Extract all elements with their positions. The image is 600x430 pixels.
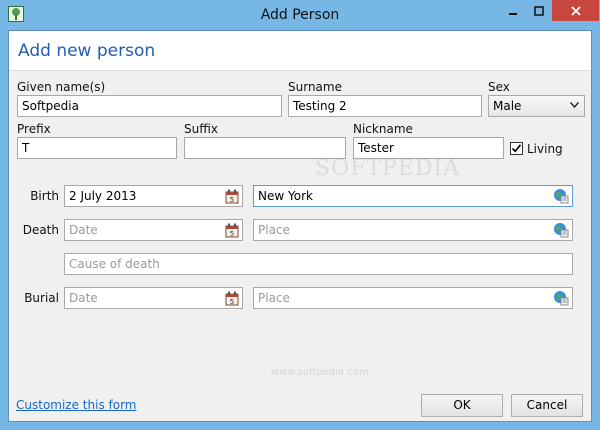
given-name-label: Given name(s) <box>17 80 106 94</box>
birth-place-value: New York <box>258 189 313 203</box>
dialog-header: Add new person <box>9 31 591 71</box>
burial-label: Burial <box>24 291 59 305</box>
death-date-field[interactable]: Date <box>64 219 243 241</box>
cause-of-death-placeholder: Cause of death <box>69 257 160 271</box>
title-bar[interactable]: Add Person <box>0 0 600 30</box>
svg-text:5: 5 <box>230 298 234 306</box>
birth-date-value: 2 July 2013 <box>69 189 137 203</box>
calendar-icon[interactable]: 5 <box>225 223 239 238</box>
sex-label: Sex <box>488 80 510 94</box>
close-icon <box>570 5 581 16</box>
birth-label: Birth <box>30 189 59 203</box>
sex-select[interactable]: Male <box>488 95 585 117</box>
ok-button[interactable]: OK <box>421 394 503 417</box>
cancel-button[interactable]: Cancel <box>511 394 583 417</box>
suffix-field[interactable] <box>184 137 346 159</box>
death-label: Death <box>22 223 59 237</box>
close-button[interactable] <box>552 0 599 21</box>
sex-value: Male <box>493 99 522 113</box>
svg-text:5: 5 <box>230 230 234 238</box>
death-place-field[interactable]: Place <box>253 219 573 241</box>
dialog-body: Add new person SOFTPEDIA www.softpedia.c… <box>8 30 592 422</box>
watermark-url: www.softpedia.com <box>271 367 369 378</box>
customize-form-link[interactable]: Customize this form <box>16 398 137 412</box>
cause-of-death-field[interactable]: Cause of death <box>64 253 573 275</box>
burial-date-placeholder: Date <box>69 291 98 305</box>
birth-place-field[interactable]: New York <box>253 185 573 207</box>
prefix-label: Prefix <box>17 122 51 136</box>
minimize-icon <box>509 12 517 15</box>
surname-field[interactable]: Testing 2 <box>288 95 482 117</box>
calendar-icon[interactable]: 5 <box>225 291 239 306</box>
minimize-button[interactable] <box>500 0 526 21</box>
chevron-down-icon <box>570 102 579 108</box>
given-name-field[interactable]: Softpedia <box>17 95 282 117</box>
birth-date-field[interactable]: 2 July 2013 <box>64 185 243 207</box>
death-date-placeholder: Date <box>69 223 98 237</box>
surname-label: Surname <box>288 80 342 94</box>
calendar-icon[interactable]: 5 <box>225 189 239 204</box>
globe-icon[interactable] <box>553 222 569 238</box>
svg-text:5: 5 <box>230 196 234 204</box>
nickname-label: Nickname <box>353 122 413 136</box>
burial-date-field[interactable]: Date <box>64 287 243 309</box>
burial-place-placeholder: Place <box>258 291 290 305</box>
burial-place-field[interactable]: Place <box>253 287 573 309</box>
watermark: SOFTPEDIA <box>315 156 461 181</box>
checkmark-icon <box>511 144 522 153</box>
add-person-window: Add Person Add new person SOFTPEDIA www.… <box>0 0 600 430</box>
nickname-field[interactable]: Tester <box>353 137 504 159</box>
living-checkbox[interactable] <box>510 142 523 155</box>
page-title: Add new person <box>18 41 156 61</box>
living-label: Living <box>527 142 563 156</box>
maximize-button[interactable] <box>526 0 552 21</box>
maximize-icon <box>534 5 544 16</box>
globe-icon[interactable] <box>553 290 569 306</box>
prefix-field[interactable]: T <box>17 137 177 159</box>
death-place-placeholder: Place <box>258 223 290 237</box>
globe-icon[interactable] <box>553 188 569 204</box>
suffix-label: Suffix <box>184 122 218 136</box>
